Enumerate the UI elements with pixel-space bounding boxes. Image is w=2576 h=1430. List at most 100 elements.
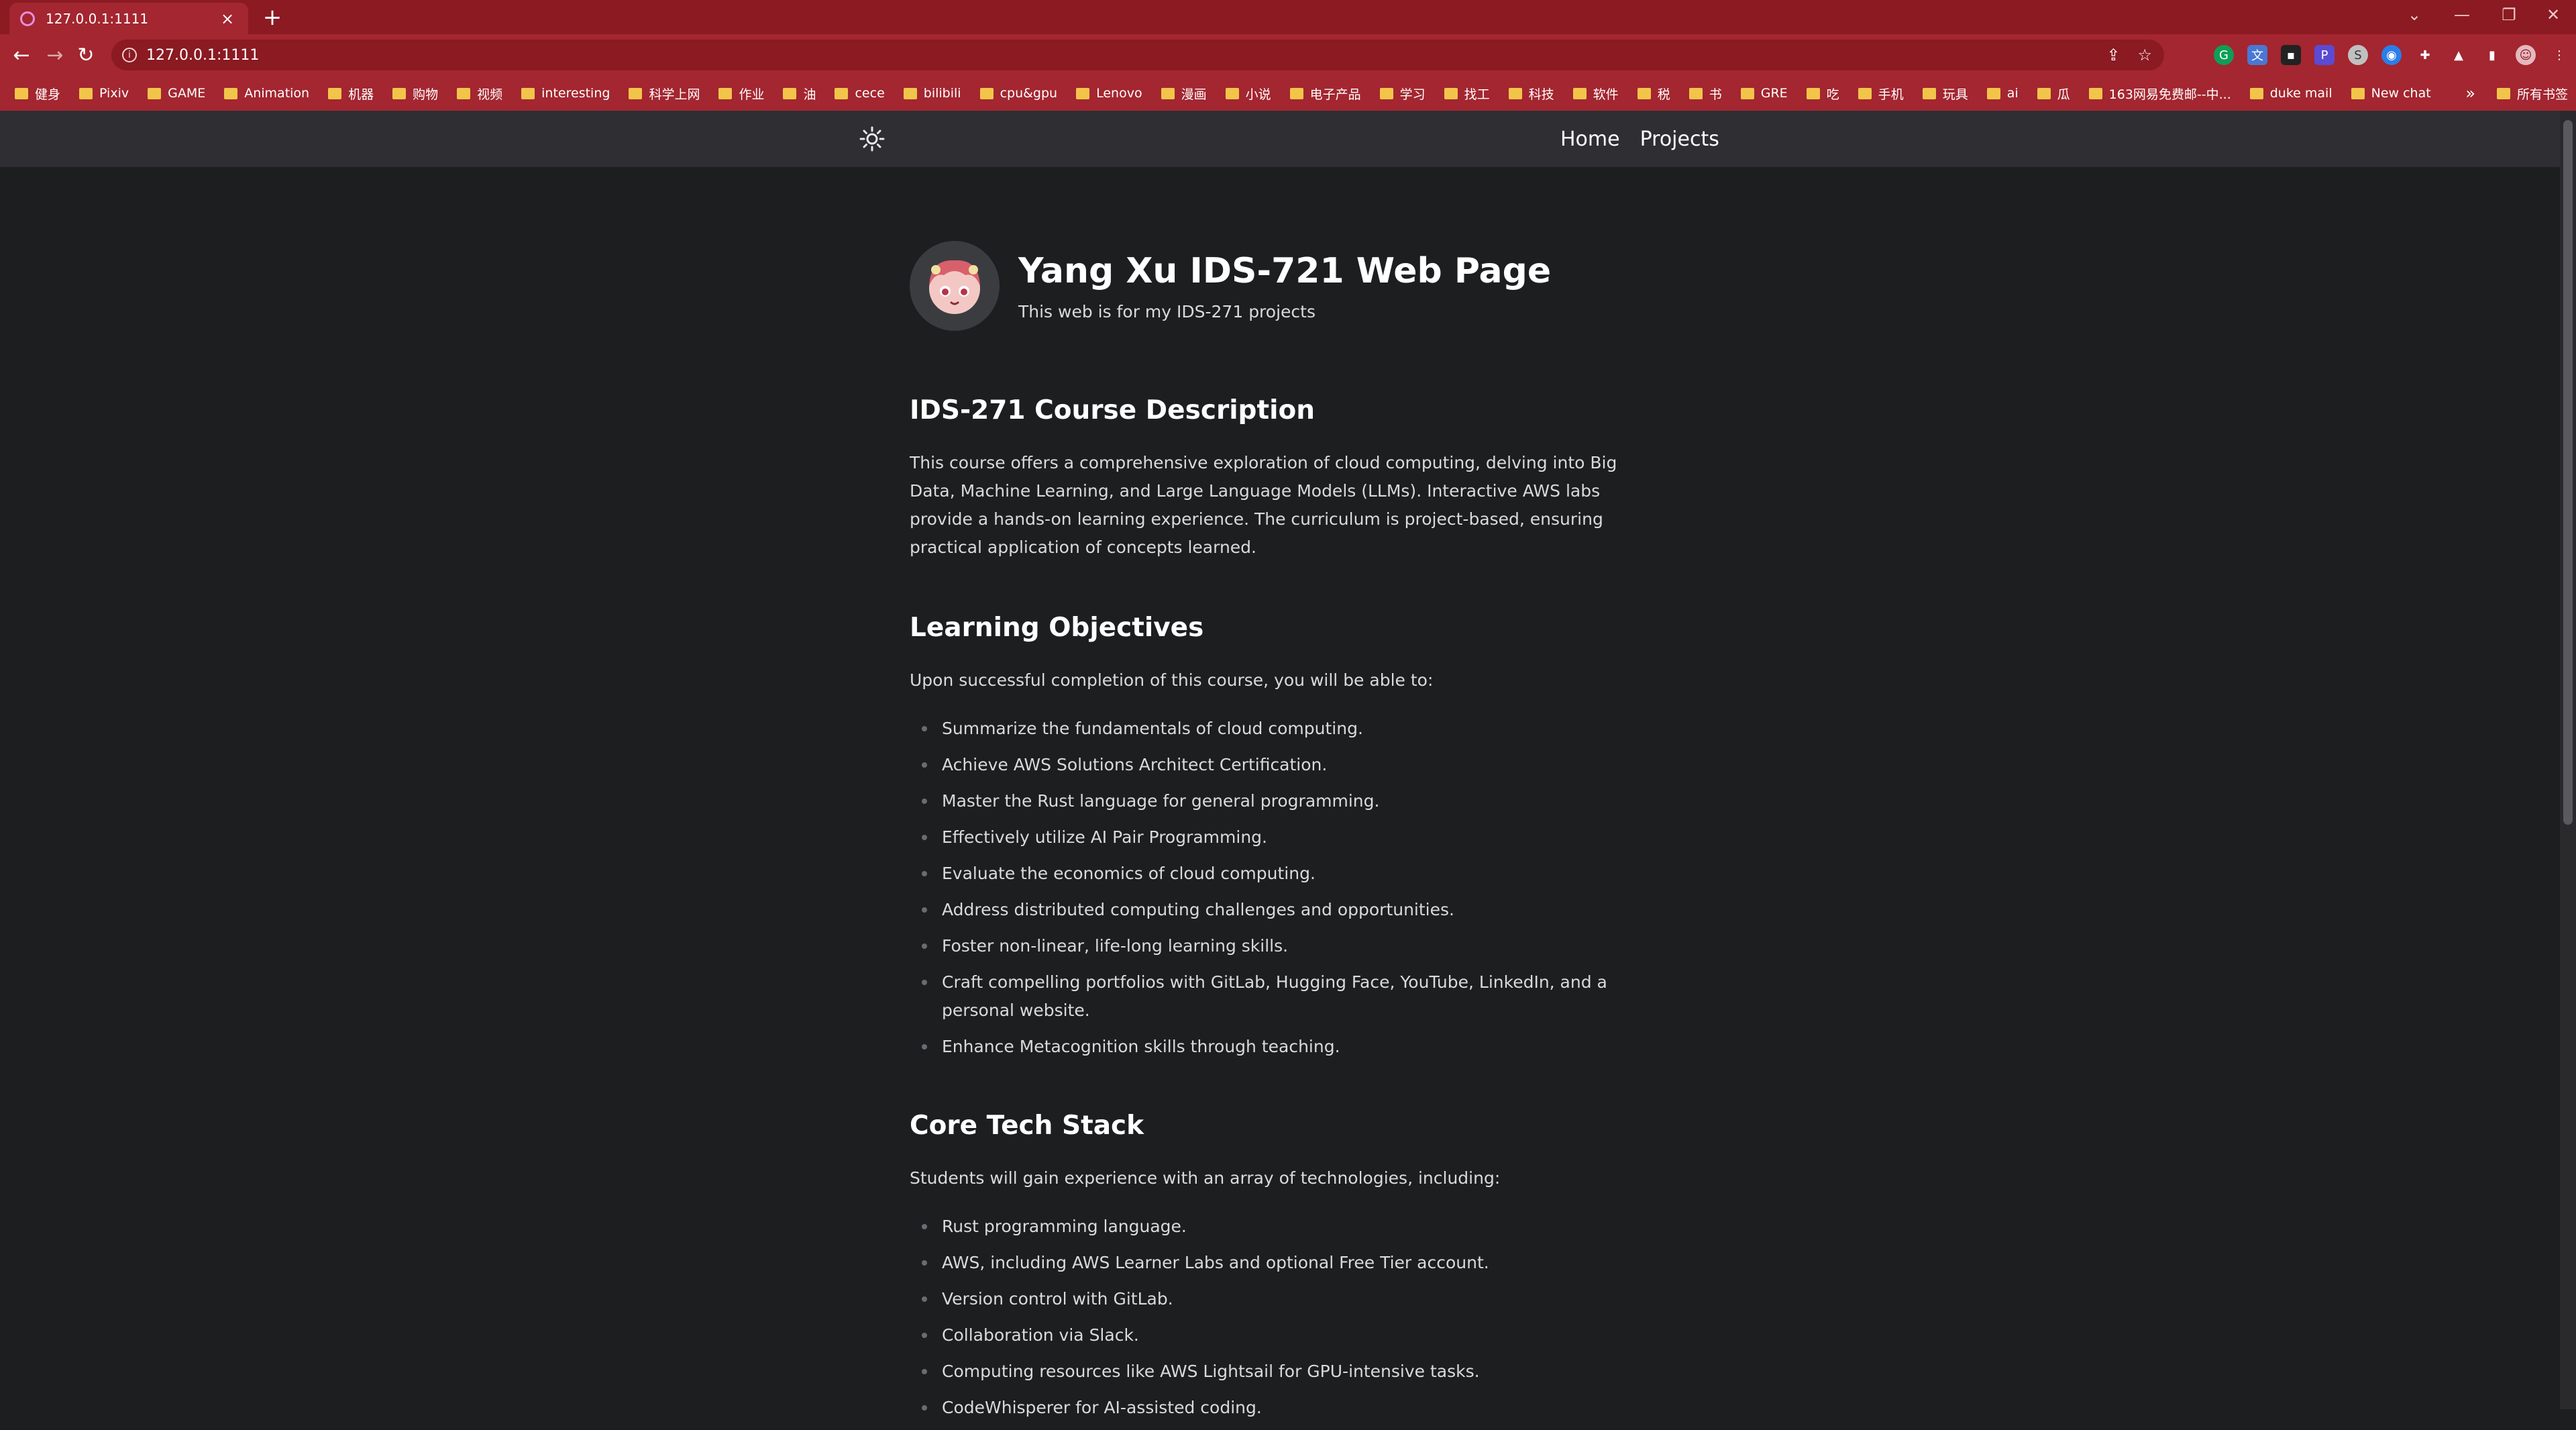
bookmark-item[interactable]: GAME xyxy=(148,86,205,101)
folder-icon xyxy=(2496,87,2510,99)
bookmark-item[interactable]: New chat xyxy=(2351,86,2431,101)
bookmark-item[interactable]: 163网易免费邮--中... xyxy=(2088,85,2231,103)
bookmark-item[interactable]: 书 xyxy=(1688,85,1722,103)
bookmark-label: 学习 xyxy=(1399,87,1426,102)
extension-icon[interactable]: ◉ xyxy=(2381,45,2402,65)
site-nav: Home Projects xyxy=(1560,111,1719,167)
restore-button[interactable]: ❐ xyxy=(2489,0,2529,30)
list-item: AWS, including AWS Learner Labs and opti… xyxy=(910,1249,1634,1277)
puzzle-icon[interactable]: ✚ xyxy=(2415,45,2435,65)
bookmark-item[interactable]: Animation xyxy=(224,86,309,101)
extension-icon[interactable]: P xyxy=(2314,45,2334,65)
bookmark-item[interactable]: Lenovo xyxy=(1076,86,1142,101)
address-url[interactable]: 127.0.0.1:1111 xyxy=(146,47,259,64)
bookmark-item[interactable]: 软件 xyxy=(1572,85,1619,103)
folder-icon xyxy=(1572,87,1587,99)
active-tab[interactable]: 127.0.0.1:1111 × xyxy=(9,3,248,34)
bookmark-item[interactable]: 健身 xyxy=(15,85,60,103)
bookmark-item[interactable]: Pixiv xyxy=(79,86,129,101)
profile-avatar[interactable]: ☺ xyxy=(2516,45,2536,65)
bookmark-item[interactable]: 机器 xyxy=(328,85,374,103)
section-heading: Learning Objectives xyxy=(910,613,1204,643)
folder-icon xyxy=(521,87,535,99)
extension-icon[interactable]: S xyxy=(2348,45,2368,65)
bookmark-item[interactable]: 科技 xyxy=(1508,85,1554,103)
page-scrollbar[interactable] xyxy=(2560,111,2576,1409)
bookmark-item[interactable]: GRE xyxy=(1740,86,1788,101)
section-heading: Core Tech Stack xyxy=(910,1111,1144,1141)
bookmark-item[interactable]: ai xyxy=(1986,86,2019,101)
bookmarks-bar: 健身 Pixiv GAME Animation 机器 购物 视频 interesting 科学上… xyxy=(0,76,2576,111)
bookmark-label: 科技 xyxy=(1528,87,1554,102)
bookmark-item[interactable]: 瓜 xyxy=(2037,85,2070,103)
objectives-intro: Upon successful completion of this cours… xyxy=(910,670,1434,690)
list-item: Version control with GitLab. xyxy=(910,1285,1634,1313)
folder-icon xyxy=(1076,87,1090,99)
folder-icon xyxy=(457,87,471,99)
all-bookmarks[interactable]: 所有书签 xyxy=(2496,76,2568,111)
site-header: Home Projects xyxy=(0,111,2560,167)
browser-toolbar: ← → ↻ i 127.0.0.1:1111 ⇪ ☆ G 文 ▪ P S ◉ ✚… xyxy=(0,34,2576,76)
translate-icon[interactable]: 文 xyxy=(2247,45,2267,65)
bookmark-label: 找工 xyxy=(1464,87,1490,102)
bookmark-label: GAME xyxy=(168,86,206,101)
bookmark-star-icon[interactable]: ☆ xyxy=(2137,46,2152,64)
tab-strip: 127.0.0.1:1111 × + ⌄ — ❐ ✕ xyxy=(0,0,2576,34)
bookmark-item[interactable]: 购物 xyxy=(392,85,438,103)
bookmark-item[interactable]: 找工 xyxy=(1444,85,1490,103)
tab-search-icon[interactable]: ⌄ xyxy=(2398,0,2431,30)
bookmarks-overflow-icon[interactable]: » xyxy=(2465,76,2475,111)
scrollbar-thumb[interactable] xyxy=(2563,120,2573,825)
folder-icon xyxy=(328,87,342,99)
bookmark-item[interactable]: 视频 xyxy=(457,85,502,103)
reload-button[interactable]: ↻ xyxy=(71,41,101,70)
folder-icon xyxy=(392,87,407,99)
forward-button[interactable]: → xyxy=(40,41,70,70)
folder-icon xyxy=(2351,87,2365,99)
extension-icon[interactable]: ▪ xyxy=(2281,45,2301,65)
folder-icon xyxy=(224,87,238,99)
address-bar[interactable]: i 127.0.0.1:1111 ⇪ ☆ xyxy=(111,40,2164,70)
nav-home-link[interactable]: Home xyxy=(1560,127,1620,151)
bookmark-item[interactable]: 电子产品 xyxy=(1289,85,1361,103)
grammarly-icon[interactable]: G xyxy=(2214,45,2234,65)
bookmark-item[interactable]: 吃 xyxy=(1806,85,1839,103)
close-tab-icon[interactable]: × xyxy=(217,9,237,28)
bookmark-item[interactable]: 玩具 xyxy=(1922,85,1968,103)
new-tab-button[interactable]: + xyxy=(259,4,286,31)
nav-projects-link[interactable]: Projects xyxy=(1640,127,1719,151)
site-info-icon[interactable]: i xyxy=(122,48,137,62)
bookmark-item[interactable]: duke mail xyxy=(2249,86,2332,101)
bookmark-label: duke mail xyxy=(2269,86,2332,101)
flask-icon[interactable]: ▲ xyxy=(2449,45,2469,65)
bookmark-item[interactable]: 漫画 xyxy=(1161,85,1207,103)
folder-icon xyxy=(783,87,797,99)
list-item: Rust programming language. xyxy=(910,1213,1634,1241)
bookmark-item[interactable]: cpu&gpu xyxy=(979,86,1057,101)
menu-icon[interactable]: ⋮ xyxy=(2549,45,2569,65)
folder-icon xyxy=(718,87,733,99)
bookmark-item[interactable]: 手机 xyxy=(1858,85,1904,103)
back-button[interactable]: ← xyxy=(7,41,36,70)
extensions-area: G 文 ▪ P S ◉ ✚ ▲ ▮ ☺ ⋮ xyxy=(2214,40,2569,70)
bookmark-item[interactable]: 小说 xyxy=(1225,85,1271,103)
minimize-button[interactable]: — xyxy=(2442,0,2482,30)
share-icon[interactable]: ⇪ xyxy=(2106,46,2120,64)
folder-icon xyxy=(1806,87,1820,99)
bookmark-item[interactable]: cece xyxy=(835,86,885,101)
sidebar-icon[interactable]: ▮ xyxy=(2482,45,2502,65)
bookmark-item[interactable]: 作业 xyxy=(718,85,764,103)
bookmark-item[interactable]: 科学上网 xyxy=(629,85,700,103)
tech-stack-list: Rust programming language. AWS, includin… xyxy=(910,1213,1634,1430)
folder-icon xyxy=(1922,87,1936,99)
bookmark-item[interactable]: interesting xyxy=(521,86,610,101)
list-item: Achieve AWS Solutions Architect Certific… xyxy=(910,751,1634,779)
list-item: Enhance Metacognition skills through tea… xyxy=(910,1033,1634,1061)
bookmark-item[interactable]: 学习 xyxy=(1379,85,1426,103)
sun-icon[interactable] xyxy=(857,124,887,154)
bookmark-item[interactable]: 油 xyxy=(783,85,816,103)
close-window-button[interactable]: ✕ xyxy=(2533,0,2573,30)
bookmark-item[interactable]: bilibili xyxy=(903,86,961,101)
bookmark-item[interactable]: 税 xyxy=(1637,85,1670,103)
loading-icon xyxy=(20,11,35,26)
